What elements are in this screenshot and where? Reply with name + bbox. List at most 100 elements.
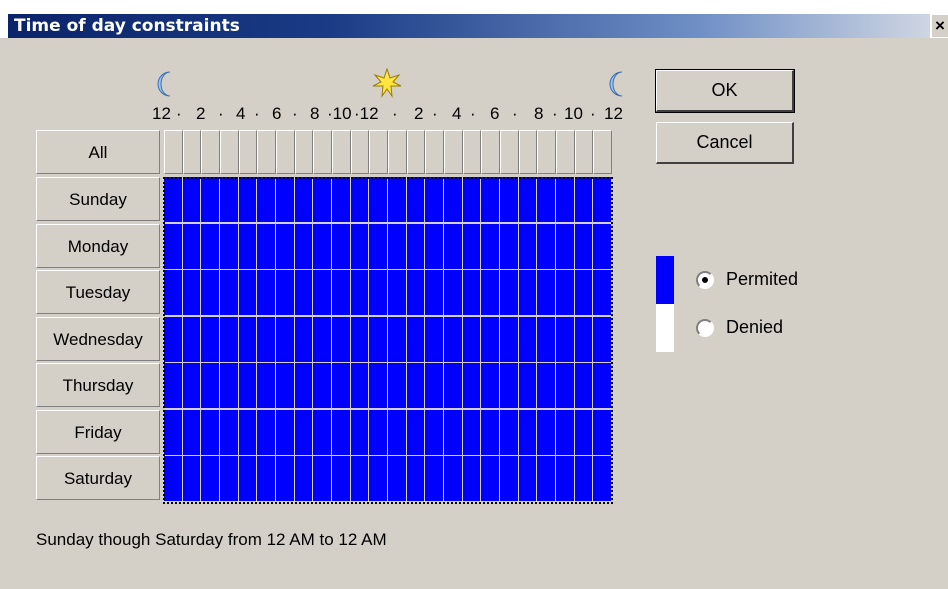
hour-cell[interactable]	[201, 456, 220, 502]
hour-cell[interactable]	[444, 363, 463, 409]
hour-column-button[interactable]	[313, 130, 332, 174]
hour-cell[interactable]	[556, 409, 575, 456]
hour-column-button[interactable]	[332, 130, 351, 174]
hour-cell[interactable]	[388, 363, 407, 409]
hour-cell[interactable]	[537, 409, 556, 456]
hour-cell[interactable]	[350, 316, 370, 363]
select-all-button[interactable]: All	[36, 130, 160, 174]
hour-column-button[interactable]	[257, 130, 276, 174]
hour-cell[interactable]	[388, 456, 407, 502]
hour-column-button[interactable]	[182, 130, 202, 174]
hour-cell[interactable]	[481, 456, 500, 502]
hour-cell[interactable]	[556, 223, 575, 270]
hour-cell[interactable]	[257, 409, 276, 456]
hour-cell[interactable]	[164, 177, 183, 223]
hour-cell[interactable]	[388, 409, 407, 456]
hour-column-button[interactable]	[574, 130, 594, 174]
hour-cell[interactable]	[276, 223, 295, 270]
hour-column-button[interactable]	[276, 130, 295, 174]
hour-cell[interactable]	[537, 223, 556, 270]
hour-cell[interactable]	[388, 177, 407, 223]
hour-cell[interactable]	[164, 409, 183, 456]
hour-cell[interactable]	[182, 270, 202, 316]
hour-cell[interactable]	[350, 363, 370, 409]
hour-cell[interactable]	[537, 363, 556, 409]
hour-column-button[interactable]	[593, 130, 612, 174]
hour-cell[interactable]	[556, 316, 575, 363]
hour-cell[interactable]	[537, 316, 556, 363]
hour-cell[interactable]	[294, 456, 314, 502]
hour-cell[interactable]	[201, 409, 220, 456]
hour-cell[interactable]	[257, 270, 276, 316]
hour-cell[interactable]	[369, 456, 388, 502]
hour-cell[interactable]	[332, 177, 351, 223]
hour-cell[interactable]	[238, 316, 258, 363]
hour-cell[interactable]	[369, 270, 388, 316]
hour-column-button[interactable]	[537, 130, 556, 174]
hour-cell[interactable]	[350, 409, 370, 456]
hour-cell[interactable]	[294, 223, 314, 270]
hour-cell[interactable]	[593, 177, 612, 223]
hour-cell[interactable]	[313, 177, 332, 223]
hour-column-button[interactable]	[444, 130, 463, 174]
hour-cell[interactable]	[518, 223, 538, 270]
hour-cell[interactable]	[350, 270, 370, 316]
hour-cell[interactable]	[350, 223, 370, 270]
day-button-sunday[interactable]: Sunday	[36, 177, 160, 221]
hour-cell[interactable]	[350, 177, 370, 223]
hour-cell[interactable]	[518, 456, 538, 502]
hour-cell[interactable]	[238, 177, 258, 223]
hour-cell[interactable]	[462, 316, 482, 363]
hour-cell[interactable]	[481, 363, 500, 409]
hour-cell[interactable]	[369, 177, 388, 223]
hour-cell[interactable]	[276, 316, 295, 363]
hour-cell[interactable]	[406, 316, 426, 363]
hour-cell[interactable]	[574, 363, 594, 409]
cancel-button[interactable]: Cancel	[656, 122, 794, 164]
hour-cell[interactable]	[574, 270, 594, 316]
hour-cell[interactable]	[238, 363, 258, 409]
hour-cell[interactable]	[500, 223, 519, 270]
hour-cell[interactable]	[350, 456, 370, 502]
hour-cell[interactable]	[201, 363, 220, 409]
hour-cell[interactable]	[406, 270, 426, 316]
hour-cell[interactable]	[574, 409, 594, 456]
day-button-tuesday[interactable]: Tuesday	[36, 270, 160, 314]
hour-cell[interactable]	[518, 270, 538, 316]
hour-cell[interactable]	[481, 223, 500, 270]
hour-cell[interactable]	[332, 223, 351, 270]
hour-column-button[interactable]	[556, 130, 575, 174]
hour-cell[interactable]	[257, 316, 276, 363]
hour-cell[interactable]	[220, 363, 239, 409]
hour-cell[interactable]	[369, 316, 388, 363]
hour-cell[interactable]	[257, 177, 276, 223]
hour-column-button[interactable]	[388, 130, 407, 174]
hour-cell[interactable]	[444, 223, 463, 270]
hour-cell[interactable]	[406, 409, 426, 456]
hour-cell[interactable]	[164, 363, 183, 409]
hour-cell[interactable]	[257, 456, 276, 502]
hour-cell[interactable]	[276, 363, 295, 409]
hour-cell[interactable]	[182, 223, 202, 270]
hour-cell[interactable]	[313, 316, 332, 363]
hour-cell[interactable]	[593, 223, 612, 270]
hour-cell[interactable]	[444, 316, 463, 363]
hour-cell[interactable]	[201, 177, 220, 223]
hour-cell[interactable]	[425, 409, 444, 456]
hour-cell[interactable]	[556, 363, 575, 409]
hour-cell[interactable]	[238, 456, 258, 502]
hour-column-button[interactable]	[518, 130, 538, 174]
denied-radio[interactable]	[696, 319, 714, 337]
hour-cell[interactable]	[518, 316, 538, 363]
hour-cell[interactable]	[593, 409, 612, 456]
hour-cell[interactable]	[201, 223, 220, 270]
hour-cell[interactable]	[276, 409, 295, 456]
hour-cell[interactable]	[369, 409, 388, 456]
hour-cell[interactable]	[593, 456, 612, 502]
hour-cell[interactable]	[164, 270, 183, 316]
permitted-radio[interactable]	[696, 271, 714, 289]
hour-cell[interactable]	[313, 223, 332, 270]
hour-cell[interactable]	[481, 409, 500, 456]
hour-cell[interactable]	[518, 409, 538, 456]
hour-cell[interactable]	[220, 270, 239, 316]
